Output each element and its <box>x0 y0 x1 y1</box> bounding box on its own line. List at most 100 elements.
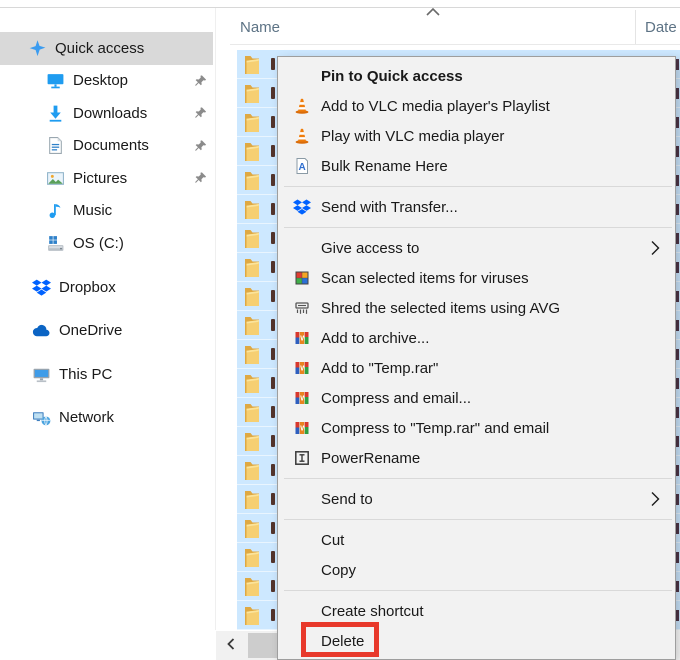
sidebar-item-this-pc[interactable]: This PC <box>0 353 213 397</box>
powerrename-icon <box>292 448 312 468</box>
menu-item-bulk-rename-here[interactable]: A Bulk Rename Here <box>278 151 675 181</box>
pin-icon[interactable] <box>194 74 207 87</box>
pin-icon[interactable] <box>194 107 207 120</box>
chevron-up-icon <box>425 4 441 21</box>
menu-item-label: Cut <box>321 532 344 549</box>
menu-item-compress-to-temp-rar-and-email[interactable]: WCompress to "Temp.rar" and email <box>278 413 675 443</box>
music-icon <box>46 201 65 220</box>
sidebar-item-onedrive[interactable]: OneDrive <box>0 309 213 353</box>
menu-separator <box>278 181 675 192</box>
filename-fragment <box>271 348 275 360</box>
scroll-left-button[interactable] <box>216 631 246 660</box>
date-fragment <box>676 175 679 186</box>
menu-item-label: Bulk Rename Here <box>321 158 448 175</box>
date-fragment <box>676 552 679 563</box>
menu-item-add-to-vlc-media-player-s-playlist[interactable]: Add to VLC media player's Playlist <box>278 91 675 121</box>
menu-separator <box>278 473 675 484</box>
file-explorer-window: Quick access Desktop Downloads Documents Pic… <box>0 0 680 660</box>
sidebar-item-desktop[interactable]: Desktop <box>0 65 213 98</box>
separator-line <box>284 590 672 591</box>
column-separator[interactable] <box>635 10 636 44</box>
menu-item-shred-the-selected-items-using-avg[interactable]: Shred the selected items using AVG <box>278 293 675 323</box>
navigation-pane: Quick access Desktop Downloads Documents Pic… <box>0 32 215 440</box>
separator-line <box>284 227 672 228</box>
separator-line <box>284 519 672 520</box>
svg-text:A: A <box>299 162 306 173</box>
sidebar-item-quick-access[interactable]: Quick access <box>0 32 213 65</box>
menu-item-send-to[interactable]: Send to <box>278 484 675 514</box>
folder-icon <box>242 372 262 394</box>
sidebar-item-os-c[interactable]: OS (C:) <box>0 227 213 260</box>
menu-item-powerrename[interactable]: PowerRename <box>278 443 675 473</box>
filename-fragment <box>271 319 275 331</box>
menu-item-label: Send with Transfer... <box>321 199 458 216</box>
network-icon <box>32 408 51 427</box>
menu-item-pin-to-quick-access[interactable]: Pin to Quick access <box>278 61 675 91</box>
pin-icon[interactable] <box>194 139 207 152</box>
filename-fragment <box>271 174 275 186</box>
folder-icon <box>242 111 262 133</box>
menu-item-compress-and-email[interactable]: WCompress and email... <box>278 383 675 413</box>
menu-item-give-access-to[interactable]: Give access to <box>278 233 675 263</box>
ribbon-divider <box>0 7 680 8</box>
date-fragment <box>676 262 679 273</box>
shredder-icon <box>292 298 312 318</box>
menu-item-label: Scan selected items for viruses <box>321 270 529 287</box>
filename-fragment <box>271 522 275 534</box>
context-menu: Pin to Quick access Add to VLC media play… <box>277 56 676 660</box>
menu-item-scan-selected-items-for-viruses[interactable]: Scan selected items for viruses <box>278 263 675 293</box>
no-icon <box>292 66 312 86</box>
date-fragment <box>676 117 679 128</box>
menu-item-label: Add to "Temp.rar" <box>321 360 438 377</box>
sidebar-item-documents[interactable]: Documents <box>0 130 213 163</box>
collapse-ribbon-button[interactable] <box>424 5 442 19</box>
no-icon <box>292 560 312 580</box>
sidebar-item-downloads[interactable]: Downloads <box>0 97 213 130</box>
sidebar-item-network[interactable]: Network <box>0 396 213 440</box>
this-pc-icon <box>32 365 51 384</box>
menu-item-send-with-transfer[interactable]: Send with Transfer... <box>278 192 675 222</box>
menu-item-cut[interactable]: Cut <box>278 525 675 555</box>
separator-line <box>284 186 672 187</box>
column-header-name[interactable]: Name <box>240 19 280 36</box>
sidebar-item-label: This PC <box>59 366 112 383</box>
menu-item-add-to-archive[interactable]: WAdd to archive... <box>278 323 675 353</box>
filename-fragment <box>271 87 275 99</box>
sidebar-item-label: OneDrive <box>59 322 122 339</box>
sidebar-item-dropbox[interactable]: Dropbox <box>0 266 213 310</box>
no-icon <box>292 601 312 621</box>
sidebar-item-music[interactable]: Music <box>0 195 213 228</box>
vlc-cone-icon <box>292 96 312 116</box>
date-fragment <box>676 349 679 360</box>
menu-item-label: Shred the selected items using AVG <box>321 300 560 317</box>
folder-icon <box>242 488 262 510</box>
chevron-right-icon <box>650 240 660 256</box>
pictures-icon <box>46 169 65 188</box>
filename-fragment <box>271 203 275 215</box>
sidebar-item-label: Dropbox <box>59 279 116 296</box>
filename-fragment <box>271 464 275 476</box>
date-fragment <box>676 59 679 70</box>
pane-divider <box>215 8 216 630</box>
menu-item-label: Compress to "Temp.rar" and email <box>321 420 549 437</box>
folder-icon <box>242 459 262 481</box>
delete-annotation-box <box>301 622 379 657</box>
filename-fragment <box>271 116 275 128</box>
menu-item-label: Compress and email... <box>321 390 471 407</box>
column-header-date[interactable]: Date <box>645 19 677 36</box>
folder-icon <box>242 285 262 307</box>
folder-icon <box>242 430 262 452</box>
sidebar-item-label: Pictures <box>73 170 127 187</box>
menu-item-label: PowerRename <box>321 450 420 467</box>
menu-separator <box>278 514 675 525</box>
sidebar-item-label: Desktop <box>73 72 128 89</box>
menu-item-add-to-temp-rar[interactable]: WAdd to "Temp.rar" <box>278 353 675 383</box>
sidebar-item-label: Documents <box>73 137 149 154</box>
date-fragment <box>676 494 679 505</box>
menu-item-copy[interactable]: Copy <box>278 555 675 585</box>
pin-icon[interactable] <box>194 172 207 185</box>
menu-item-play-with-vlc-media-player[interactable]: Play with VLC media player <box>278 121 675 151</box>
sidebar-item-label: Network <box>59 409 114 426</box>
sidebar-item-pictures[interactable]: Pictures <box>0 162 213 195</box>
menu-item-label: Add to VLC media player's Playlist <box>321 98 550 115</box>
